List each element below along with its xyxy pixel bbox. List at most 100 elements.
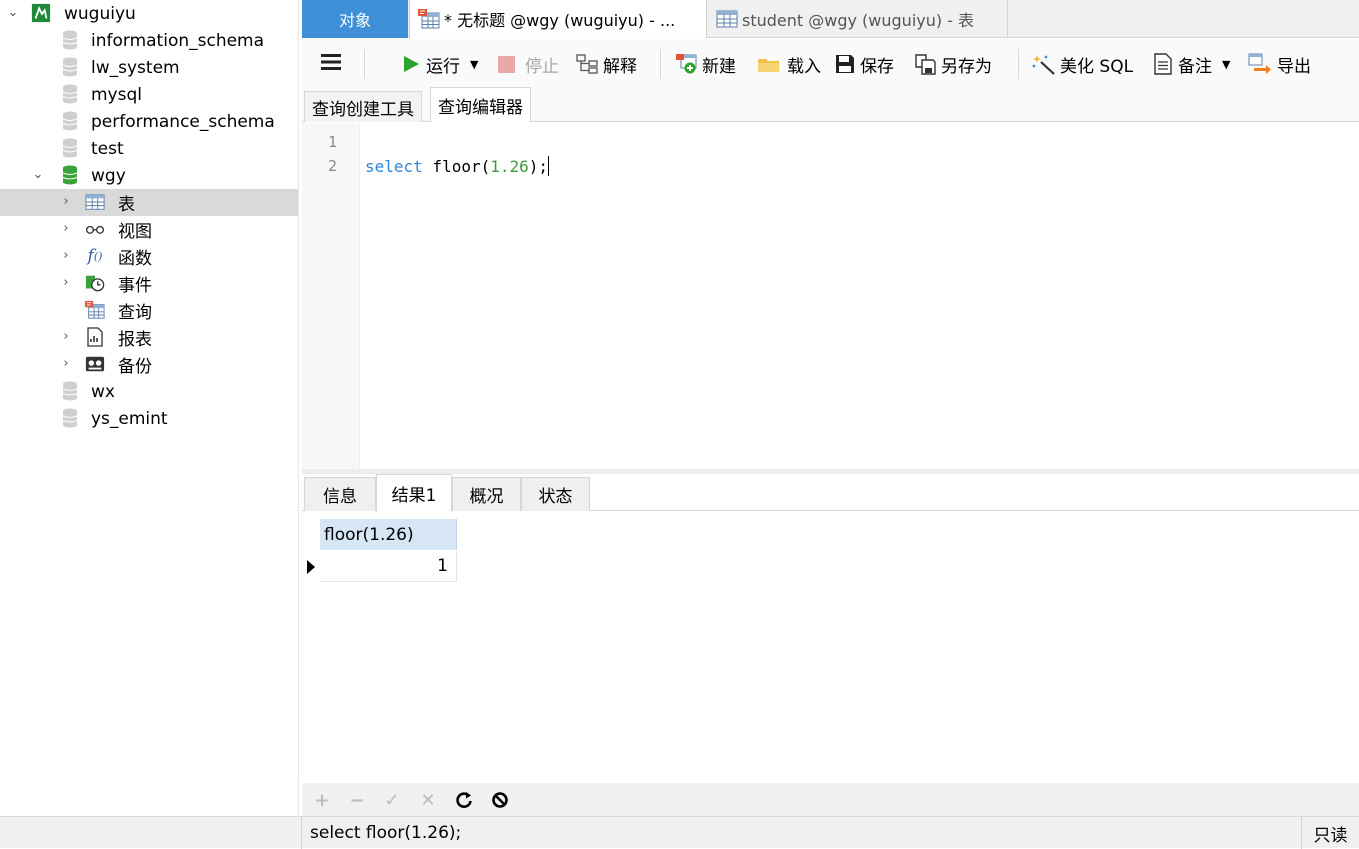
load-button[interactable]: 载入 <box>757 51 821 77</box>
export-button[interactable]: 导出 <box>1248 51 1311 77</box>
tree-label: 查询 <box>118 303 152 323</box>
save-label: 保存 <box>860 56 894 77</box>
tree-item-tables[interactable]: › 表 <box>0 189 298 216</box>
tree-db-test[interactable]: test <box>0 135 298 162</box>
caret-down-icon[interactable]: ▼ <box>470 58 478 71</box>
tree-label: 函数 <box>118 249 152 269</box>
table-icon <box>85 192 105 212</box>
chevron-right-icon[interactable]: › <box>59 330 73 344</box>
tab-result-1[interactable]: 结果1 <box>376 474 452 512</box>
tree-connection-wuguiyu[interactable]: ⌄ wuguiyu <box>0 0 298 27</box>
new-button[interactable]: 新建 <box>676 51 736 77</box>
tree-item-backups[interactable]: › 备份 <box>0 351 298 378</box>
tree-label: lw_system <box>91 57 180 78</box>
result-grid[interactable]: floor(1.26) 1 <box>302 512 1359 783</box>
save-as-label: 另存为 <box>941 56 992 77</box>
tab-profile[interactable]: 概况 <box>452 477 521 511</box>
apply-changes-icon[interactable]: ✓ <box>381 789 403 811</box>
read-only-badge: 只读 <box>1301 817 1359 849</box>
caret-down-icon[interactable]: ▼ <box>1222 58 1230 71</box>
tab-status[interactable]: 状态 <box>521 477 590 511</box>
tab-untitled-query[interactable]: * 无标题 @wgy (wuguiyu) - ... <box>409 0 707 38</box>
tree-db-performance-schema[interactable]: performance_schema <box>0 108 298 135</box>
run-button[interactable]: 运行 ▼ <box>402 51 478 77</box>
tab-info[interactable]: 信息 <box>304 477 376 511</box>
tree-label: 表 <box>118 195 135 215</box>
explain-label: 解释 <box>603 56 637 77</box>
tab-objects[interactable]: 对象 <box>302 0 408 38</box>
status-left-pane <box>0 817 302 849</box>
tree-db-information-schema[interactable]: information_schema <box>0 27 298 54</box>
note-button[interactable]: 备注 ▼ <box>1154 51 1230 77</box>
tree-db-ys-emint[interactable]: ys_emint <box>0 405 298 432</box>
tree-label: 备份 <box>118 357 152 377</box>
chevron-down-icon[interactable]: ⌄ <box>31 168 45 182</box>
save-button[interactable]: 保存 <box>835 51 894 77</box>
sql-editor[interactable]: 1 2 select floor(1.26); <box>302 123 1359 469</box>
load-label: 载入 <box>787 56 821 77</box>
new-label: 新建 <box>702 56 736 77</box>
tab-query-editor[interactable]: 查询编辑器 <box>430 87 531 123</box>
refresh-icon[interactable] <box>453 789 475 811</box>
stop-icon <box>498 55 515 73</box>
tree-db-lw-system[interactable]: lw_system <box>0 54 298 81</box>
table-cell[interactable]: 1 <box>320 551 457 582</box>
chevron-right-icon[interactable]: › <box>59 195 73 209</box>
table-row[interactable]: 1 <box>302 551 457 582</box>
document-tabs: 对象 * 无标题 @wgy (wuguiyu) - ... student @w… <box>302 0 1359 38</box>
save-as-button[interactable]: 另存为 <box>914 51 992 77</box>
database-icon <box>60 408 80 428</box>
stop-button[interactable]: 停止 <box>498 51 559 77</box>
play-icon <box>402 55 420 73</box>
chevron-right-icon[interactable]: › <box>59 222 73 236</box>
export-icon <box>1248 53 1272 75</box>
tab-label: 对象 <box>338 11 371 30</box>
note-icon <box>1154 53 1172 75</box>
tab-query-builder[interactable]: 查询创建工具 <box>304 91 422 122</box>
chevron-right-icon[interactable]: › <box>59 249 73 263</box>
object-tree[interactable]: ⌄ wuguiyu information_schema lw_system m… <box>0 0 299 816</box>
query-icon <box>418 9 440 29</box>
tab-label: 信息 <box>323 487 357 507</box>
tree-db-wx[interactable]: wx <box>0 378 298 405</box>
tree-label: mysql <box>91 84 142 105</box>
tree-item-views[interactable]: › 视图 <box>0 216 298 243</box>
code-line[interactable]: select floor(1.26); <box>365 156 550 176</box>
table-icon <box>716 10 738 28</box>
tab-student-table[interactable]: student @wgy (wuguiyu) - 表 <box>708 0 1008 38</box>
add-record-icon[interactable]: + <box>311 789 333 811</box>
event-clock-icon <box>85 273 105 293</box>
tab-label: * 无标题 @wgy (wuguiyu) - ... <box>444 11 676 30</box>
tree-item-reports[interactable]: › 报表 <box>0 324 298 351</box>
chevron-right-icon[interactable]: › <box>59 276 73 290</box>
chevron-right-icon[interactable]: › <box>59 357 73 371</box>
toolbar-separator <box>1018 49 1019 79</box>
magic-wand-icon <box>1032 53 1056 75</box>
tab-label: 状态 <box>538 487 573 507</box>
discard-changes-icon[interactable]: ✕ <box>417 789 439 811</box>
tree-item-queries[interactable]: 查询 <box>0 297 298 324</box>
tab-label: student @wgy (wuguiyu) - 表 <box>742 11 975 30</box>
note-label: 备注 <box>1178 56 1212 77</box>
database-icon <box>60 84 80 104</box>
toolbar-separator <box>660 49 661 79</box>
row-pointer-icon[interactable] <box>302 551 320 582</box>
delete-record-icon[interactable]: − <box>346 789 368 811</box>
chevron-down-icon[interactable]: ⌄ <box>6 6 20 20</box>
tree-item-events[interactable]: › 事件 <box>0 270 298 297</box>
connection-icon <box>31 3 51 23</box>
database-icon <box>60 111 80 131</box>
menu-button[interactable] <box>320 51 342 77</box>
tree-db-wgy[interactable]: ⌄ wgy <box>0 162 298 189</box>
tree-db-mysql[interactable]: mysql <box>0 81 298 108</box>
stop-loading-icon[interactable] <box>489 789 511 811</box>
sql-punctuation: ); <box>528 157 549 176</box>
explain-button[interactable]: 解释 <box>576 51 637 77</box>
function-icon: f() <box>87 246 103 266</box>
tree-label: wx <box>91 381 115 402</box>
tree-label: wuguiyu <box>64 3 136 24</box>
beautify-sql-button[interactable]: 美化 SQL <box>1032 51 1133 77</box>
column-header[interactable]: floor(1.26) <box>320 519 457 550</box>
tree-item-functions[interactable]: › f() 函数 <box>0 243 298 270</box>
line-number-gutter: 1 2 <box>302 123 360 469</box>
